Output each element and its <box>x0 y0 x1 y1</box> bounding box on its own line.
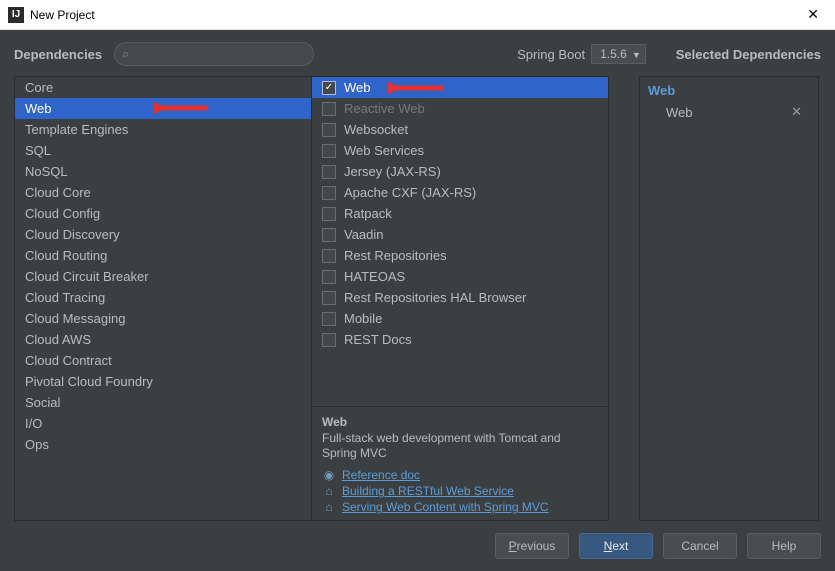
checkbox[interactable] <box>322 123 336 137</box>
category-item[interactable]: Cloud Circuit Breaker <box>15 266 311 287</box>
close-icon[interactable]: ✕ <box>799 6 827 23</box>
category-item[interactable]: I/O <box>15 413 311 434</box>
dependency-label: REST Docs <box>344 332 412 347</box>
chevron-down-icon: ▼ <box>632 50 641 60</box>
checkbox[interactable] <box>322 144 336 158</box>
checkbox <box>322 102 336 116</box>
category-item[interactable]: Web <box>15 98 311 119</box>
dependency-item[interactable]: Rest Repositories <box>312 245 608 266</box>
selected-dependencies-panel: Web Web ✕ <box>639 76 819 521</box>
search-icon: ⌕ <box>122 46 129 62</box>
checkbox[interactable] <box>322 228 336 242</box>
dependency-label: Web Services <box>344 143 424 158</box>
info-link-row: ◉ Reference doc <box>322 468 598 482</box>
dependency-label: Mobile <box>344 311 382 326</box>
category-item[interactable]: Pivotal Cloud Foundry <box>15 371 311 392</box>
dependency-item[interactable]: Web Services <box>312 140 608 161</box>
dependency-label: HATEOAS <box>344 269 405 284</box>
spring-boot-version-select[interactable]: 1.5.6 ▼ <box>591 44 646 64</box>
info-link[interactable]: Building a RESTful Web Service <box>342 484 514 498</box>
dependency-item[interactable]: Websocket <box>312 119 608 140</box>
selected-category: Web <box>648 83 810 98</box>
home-icon: ⌂ <box>322 500 336 514</box>
dependency-label: Reactive Web <box>344 101 425 116</box>
checkbox[interactable] <box>322 312 336 326</box>
info-title: Web <box>322 415 598 429</box>
info-link[interactable]: Serving Web Content with Spring MVC <box>342 500 549 514</box>
dependency-item[interactable]: Ratpack <box>312 203 608 224</box>
dependency-item: Reactive Web <box>312 98 608 119</box>
dependency-label: Rest Repositories HAL Browser <box>344 290 526 305</box>
search-input[interactable] <box>114 42 314 66</box>
checkbox[interactable] <box>322 207 336 221</box>
checkbox[interactable] <box>322 165 336 179</box>
checkbox[interactable] <box>322 186 336 200</box>
dependency-list[interactable]: Web Reactive Web Websocket Web Services Jers… <box>312 77 608 406</box>
info-link-row: ⌂ Building a RESTful Web Service <box>322 484 598 498</box>
next-button[interactable]: Next <box>579 533 653 559</box>
checkbox[interactable] <box>322 333 336 347</box>
dependency-item[interactable]: HATEOAS <box>312 266 608 287</box>
window-title: New Project <box>30 8 799 22</box>
category-item[interactable]: Core <box>15 77 311 98</box>
info-description: Full-stack web development with Tomcat a… <box>322 431 598 462</box>
search-box: ⌕ <box>114 42 314 66</box>
category-item[interactable]: Cloud Config <box>15 203 311 224</box>
dependency-label: Ratpack <box>344 206 392 221</box>
app-icon: IJ <box>8 7 24 23</box>
category-item[interactable]: Cloud Tracing <box>15 287 311 308</box>
dependency-item[interactable]: Mobile <box>312 308 608 329</box>
info-link[interactable]: Reference doc <box>342 468 420 482</box>
version-value: 1.5.6 <box>600 47 627 61</box>
selected-dependencies-header: Selected Dependencies <box>676 47 821 62</box>
category-item[interactable]: Ops <box>15 434 311 455</box>
main-panel: Dependencies ⌕ Spring Boot 1.5.6 ▼ Selec… <box>0 30 835 571</box>
titlebar: IJ New Project ✕ <box>0 0 835 30</box>
help-button[interactable]: Help <box>747 533 821 559</box>
dependency-label: Vaadin <box>344 227 384 242</box>
category-item[interactable]: Template Engines <box>15 119 311 140</box>
dependency-column: Web Reactive Web Websocket Web Services Jers… <box>311 76 609 521</box>
category-item[interactable]: SQL <box>15 140 311 161</box>
dependency-item[interactable]: Rest Repositories HAL Browser <box>312 287 608 308</box>
selected-item-label: Web <box>666 105 693 120</box>
info-link-row: ⌂ Serving Web Content with Spring MVC <box>322 500 598 514</box>
dependencies-label: Dependencies <box>14 47 102 62</box>
header-row: Dependencies ⌕ Spring Boot 1.5.6 ▼ Selec… <box>14 42 821 66</box>
dependency-item[interactable]: Jersey (JAX-RS) <box>312 161 608 182</box>
cancel-button[interactable]: Cancel <box>663 533 737 559</box>
dependency-label: Jersey (JAX-RS) <box>344 164 441 179</box>
category-item[interactable]: Cloud Discovery <box>15 224 311 245</box>
info-panel: Web Full-stack web development with Tomc… <box>312 406 608 520</box>
category-item[interactable]: Cloud Core <box>15 182 311 203</box>
category-item[interactable]: NoSQL <box>15 161 311 182</box>
category-item[interactable]: Social <box>15 392 311 413</box>
selected-item: Web ✕ <box>648 102 810 122</box>
dependency-item[interactable]: Web <box>312 77 608 98</box>
checkbox[interactable] <box>322 81 336 95</box>
remove-icon[interactable]: ✕ <box>791 104 802 120</box>
category-item[interactable]: Cloud AWS <box>15 329 311 350</box>
dependency-label: Websocket <box>344 122 408 137</box>
dependency-label: Web <box>344 80 371 95</box>
dependency-label: Rest Repositories <box>344 248 447 263</box>
doc-icon: ◉ <box>322 468 336 482</box>
category-list[interactable]: CoreWebTemplate EnginesSQLNoSQLCloud Cor… <box>14 76 312 521</box>
category-item[interactable]: Cloud Messaging <box>15 308 311 329</box>
checkbox[interactable] <box>322 249 336 263</box>
home-icon: ⌂ <box>322 484 336 498</box>
previous-button[interactable]: Previous <box>495 533 569 559</box>
button-row: Previous Next Cancel Help <box>14 521 821 559</box>
category-item[interactable]: Cloud Contract <box>15 350 311 371</box>
category-item[interactable]: Cloud Routing <box>15 245 311 266</box>
dependency-item[interactable]: Apache CXF (JAX-RS) <box>312 182 608 203</box>
content-row: CoreWebTemplate EnginesSQLNoSQLCloud Cor… <box>14 76 821 521</box>
dependency-item[interactable]: REST Docs <box>312 329 608 350</box>
checkbox[interactable] <box>322 270 336 284</box>
checkbox[interactable] <box>322 291 336 305</box>
dependency-item[interactable]: Vaadin <box>312 224 608 245</box>
spring-boot-label: Spring Boot <box>517 47 585 62</box>
dependency-label: Apache CXF (JAX-RS) <box>344 185 476 200</box>
